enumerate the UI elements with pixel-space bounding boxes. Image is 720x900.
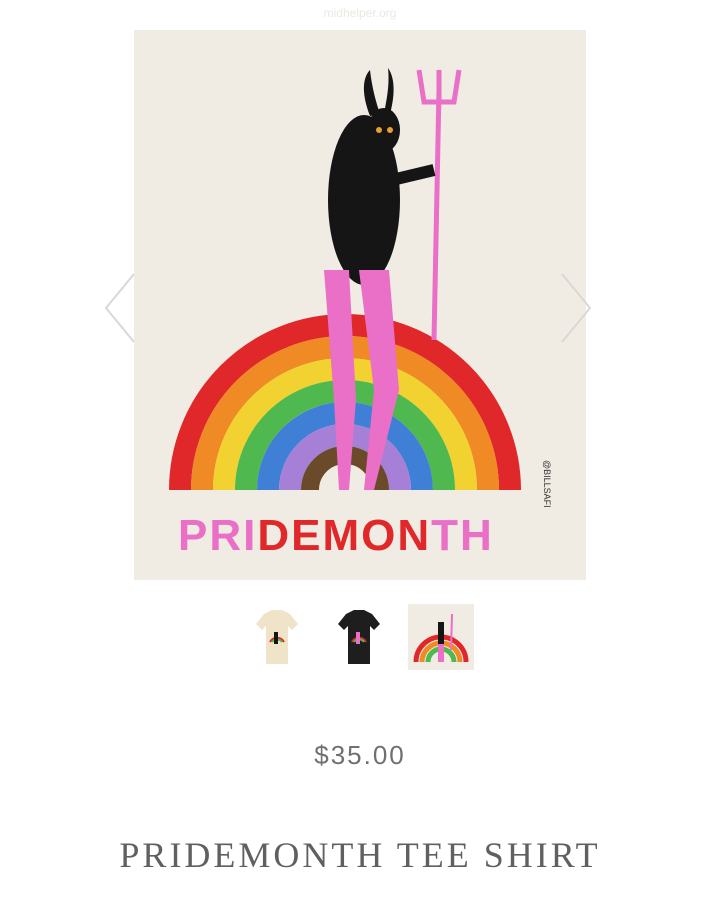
- chevron-left-icon: [104, 273, 135, 343]
- thumbnail-strip: [0, 604, 720, 674]
- cream-tee-thumbnail[interactable]: [244, 604, 310, 670]
- chevron-right-icon: [561, 273, 592, 343]
- product-price: $35.00: [314, 740, 406, 770]
- product-gallery: PRIDEMONTH @BILLSAFI: [0, 0, 720, 670]
- black-tee-thumbnail[interactable]: [326, 604, 392, 670]
- headline-segment-demon: DEMON: [257, 511, 431, 560]
- svg-text:PRIDEMONTH: PRIDEMONTH: [178, 511, 494, 560]
- previous-image-button[interactable]: [100, 268, 140, 348]
- art-print-thumbnail[interactable]: [408, 604, 474, 670]
- next-image-button[interactable]: [556, 268, 596, 348]
- artist-signature: @BILLSAFI: [542, 460, 552, 508]
- product-main-image[interactable]: PRIDEMONTH @BILLSAFI: [134, 30, 586, 580]
- demon-rainbow-artwork: PRIDEMONTH @BILLSAFI: [134, 30, 586, 580]
- headline-segment-pri: PRI: [178, 511, 257, 560]
- product-title: PRIDEMONTH TEE SHIRT: [119, 835, 601, 875]
- headline-segment-th: TH: [431, 511, 494, 560]
